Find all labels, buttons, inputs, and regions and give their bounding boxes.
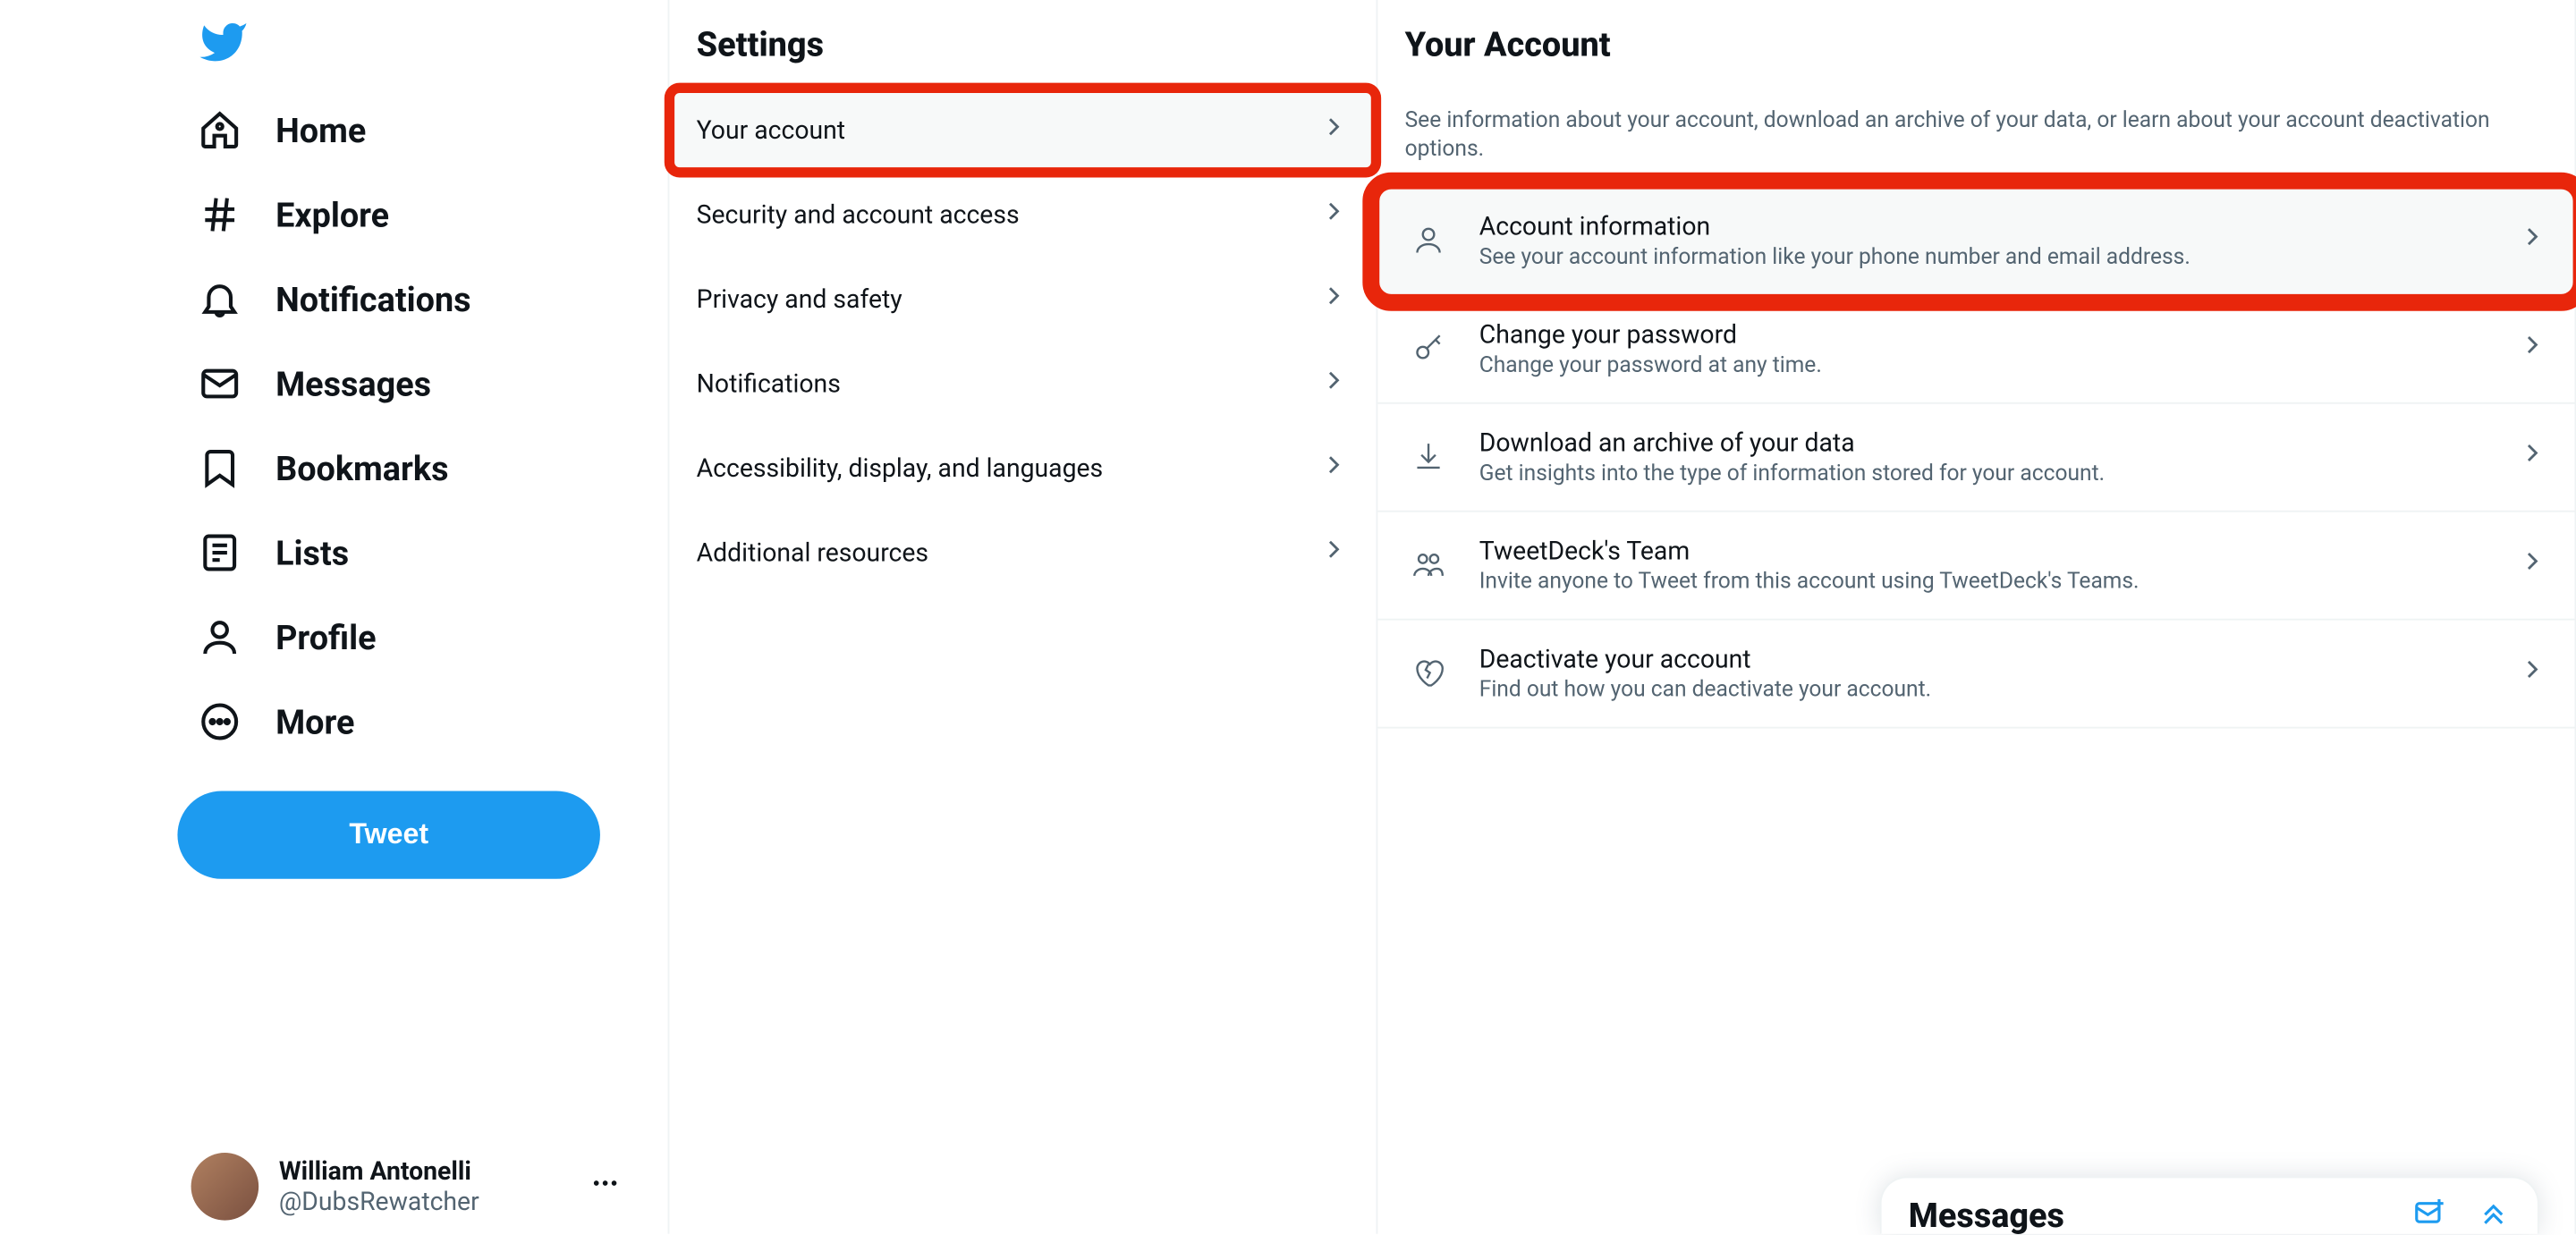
expand-drawer-icon[interactable] xyxy=(2477,1194,2511,1234)
account-item-subtitle: Change your password at any time. xyxy=(1479,353,2490,378)
account-item-title: Deactivate your account xyxy=(1479,644,2490,674)
bell-icon xyxy=(198,277,242,321)
settings-item-label: Privacy and safety xyxy=(697,284,902,315)
nav-label: Notifications xyxy=(275,279,471,319)
nav-notifications[interactable]: Notifications xyxy=(177,257,491,342)
chevron-right-icon xyxy=(1318,365,1349,402)
profile-name: William Antonelli xyxy=(279,1156,570,1187)
account-item-change-password[interactable]: Change your password Change your passwor… xyxy=(1377,295,2574,403)
settings-item-your-account[interactable]: Your account xyxy=(669,88,1376,173)
account-item-title: Change your password xyxy=(1479,319,2490,350)
settings-header: Settings xyxy=(669,0,1376,88)
chevron-right-icon xyxy=(2517,222,2547,259)
messages-drawer[interactable]: Messages xyxy=(1880,1176,2539,1233)
list-icon xyxy=(198,530,242,574)
hash-icon xyxy=(198,192,242,236)
home-icon xyxy=(198,108,242,152)
more-icon xyxy=(198,699,242,743)
account-item-download-archive[interactable]: Download an archive of your data Get ins… xyxy=(1377,403,2574,512)
user-icon xyxy=(1405,224,1453,258)
settings-item-notifications[interactable]: Notifications xyxy=(669,342,1376,427)
nav-profile[interactable]: Profile xyxy=(177,595,396,680)
settings-item-label: Notifications xyxy=(697,368,841,399)
chevron-right-icon xyxy=(1318,281,1349,318)
bird-icon xyxy=(198,17,249,68)
account-description: See information about your account, down… xyxy=(1377,88,2574,187)
profile-chip[interactable]: William Antonelli @DubsRewatcher xyxy=(177,1139,633,1234)
account-item-subtitle: Invite anyone to Tweet from this account… xyxy=(1479,570,2490,595)
settings-item-accessibility[interactable]: Accessibility, display, and languages xyxy=(669,426,1376,510)
user-icon xyxy=(198,615,242,659)
tweet-button[interactable]: Tweet xyxy=(177,791,600,879)
chevron-right-icon xyxy=(2517,330,2547,368)
settings-item-label: Security and account access xyxy=(697,199,1020,230)
account-column: Your Account See information about your … xyxy=(1377,0,2576,1234)
chevron-right-icon xyxy=(1318,196,1349,233)
settings-item-security[interactable]: Security and account access xyxy=(669,173,1376,258)
nav-bookmarks[interactable]: Bookmarks xyxy=(177,426,469,510)
nav-label: Bookmarks xyxy=(275,448,448,488)
chevron-right-icon xyxy=(2517,655,2547,692)
nav-label: Home xyxy=(275,110,366,150)
settings-item-additional-resources[interactable]: Additional resources xyxy=(669,511,1376,596)
nav-label: Explore xyxy=(275,194,389,234)
nav-label: Messages xyxy=(275,363,431,403)
settings-column: Settings Your account Security and accou… xyxy=(668,0,1378,1234)
team-icon xyxy=(1405,548,1453,582)
settings-item-privacy[interactable]: Privacy and safety xyxy=(669,257,1376,342)
nav-label: More xyxy=(275,701,354,741)
chevron-right-icon xyxy=(1318,450,1349,487)
profile-handle: @DubsRewatcher xyxy=(279,1187,570,1217)
nav-home[interactable]: Home xyxy=(177,88,386,173)
account-item-deactivate[interactable]: Deactivate your account Find out how you… xyxy=(1377,620,2574,728)
bookmark-icon xyxy=(198,446,242,490)
nav-messages[interactable]: Messages xyxy=(177,342,451,427)
account-item-title: TweetDeck's Team xyxy=(1479,536,2490,566)
nav-more[interactable]: More xyxy=(177,680,375,765)
heartbreak-icon xyxy=(1405,656,1453,690)
account-item-title: Download an archive of your data xyxy=(1479,427,2490,458)
key-icon xyxy=(1405,332,1453,366)
account-item-subtitle: Get insights into the type of informatio… xyxy=(1479,461,2490,486)
nav-label: Profile xyxy=(275,617,376,657)
nav-label: Lists xyxy=(275,532,349,572)
twitter-logo[interactable] xyxy=(177,0,667,88)
new-message-icon[interactable] xyxy=(2412,1194,2446,1234)
chevron-right-icon xyxy=(2517,438,2547,476)
chevron-right-icon xyxy=(2517,546,2547,584)
mail-icon xyxy=(198,361,242,405)
chevron-right-icon xyxy=(1318,112,1349,149)
account-header: Your Account xyxy=(1377,0,2574,88)
download-icon xyxy=(1405,440,1453,474)
account-item-subtitle: See your account information like your p… xyxy=(1479,245,2490,270)
account-item-tweetdeck-team[interactable]: TweetDeck's Team Invite anyone to Tweet … xyxy=(1377,512,2574,620)
settings-item-label: Your account xyxy=(697,115,845,146)
nav-lists[interactable]: Lists xyxy=(177,511,369,596)
account-item-information[interactable]: Account information See your account inf… xyxy=(1377,187,2574,295)
account-item-subtitle: Find out how you can deactivate your acc… xyxy=(1479,677,2490,702)
ellipsis-icon xyxy=(590,1168,621,1205)
messages-drawer-title: Messages xyxy=(1909,1194,2064,1234)
account-item-title: Account information xyxy=(1479,211,2490,241)
nav-explore[interactable]: Explore xyxy=(177,173,409,258)
settings-item-label: Accessibility, display, and languages xyxy=(697,453,1103,484)
settings-item-label: Additional resources xyxy=(697,537,928,568)
chevron-right-icon xyxy=(1318,534,1349,571)
left-sidebar: Home Explore Notifications Messages Book… xyxy=(0,0,668,1234)
avatar xyxy=(191,1153,259,1221)
